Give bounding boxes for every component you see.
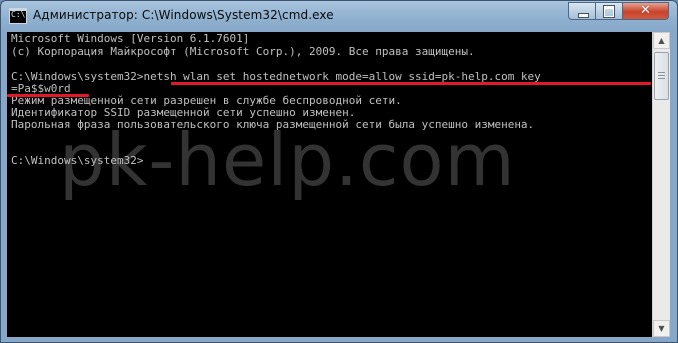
close-button[interactable]: ✕ [623,2,669,20]
console-icon[interactable]: C:\ [9,8,27,24]
prompt-line: C:\Windows\system32> [11,154,144,167]
grip-line [658,78,665,79]
command-underline [171,82,651,85]
console-icon-glyph: C:\ [11,10,26,19]
console-line-1: Microsoft Windows [Version 6.1.7601] [11,32,250,45]
cmd-window: C:\ Администратор: C:\Windows\System32\c… [0,0,678,343]
grip-line [658,72,665,73]
console-line-8: Парольная фраза пользовательского ключа … [11,118,535,131]
title-bar[interactable]: C:\ Администратор: C:\Windows\System32\c… [1,1,677,32]
minimize-button[interactable] [568,2,596,20]
grip-line [658,75,665,76]
scrollbar-thumb[interactable] [654,52,669,100]
minimize-icon [578,13,589,18]
scroll-up-icon[interactable]: ▲ [653,32,670,49]
window-title: Администратор: C:\Windows\System32\cmd.e… [33,8,334,22]
console-output[interactable]: pk-help.com Microsoft Windows [Version 6… [7,32,652,337]
scroll-down-icon[interactable]: ▼ [653,320,670,337]
key-underline [7,94,89,97]
maximize-button[interactable] [596,2,623,20]
vertical-scrollbar[interactable]: ▲ ▼ [652,32,670,337]
close-icon: ✕ [640,3,651,18]
maximize-icon [603,5,615,18]
console-line-2: (c) Корпорация Майкрософт (Microsoft Cor… [11,45,475,58]
